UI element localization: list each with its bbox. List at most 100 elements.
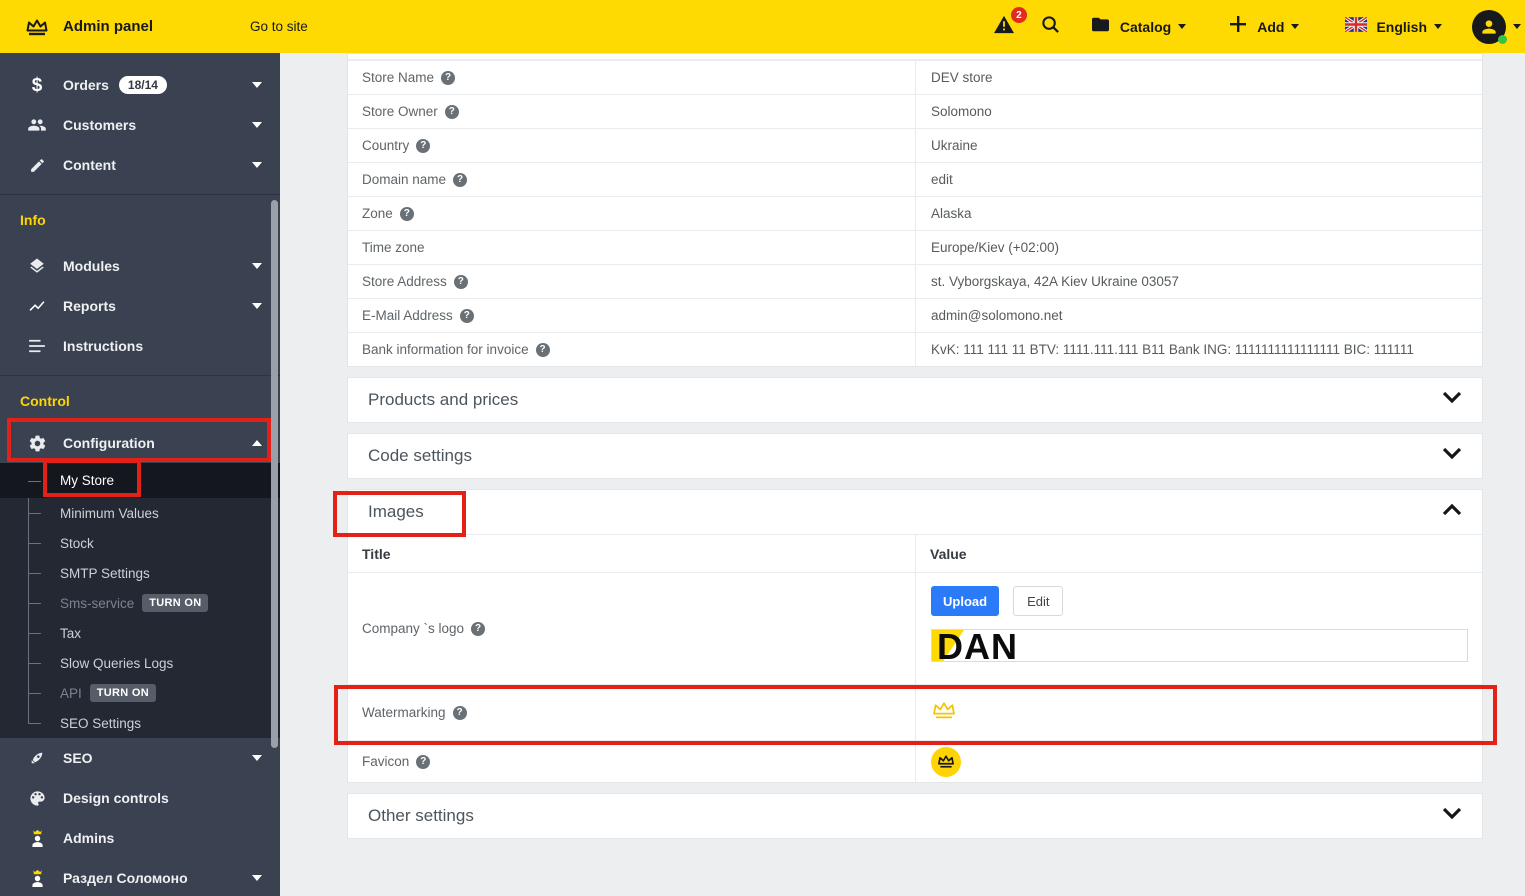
sidebar-item-label: SEO [63, 750, 93, 766]
submenu-item-stock[interactable]: Stock [0, 528, 280, 558]
help-icon[interactable]: ? [416, 139, 430, 153]
section-code-settings: Code settings [347, 433, 1483, 479]
row-value[interactable]: KvK: 111 111 11 BTV: 1111.111.111 B11 Ba… [916, 333, 1482, 366]
sidebar-scrollbar[interactable] [271, 200, 278, 748]
sidebar-item-instructions[interactable]: Instructions [0, 326, 280, 366]
submenu-item-my-store[interactable]: My Store [0, 463, 280, 498]
help-icon[interactable]: ? [441, 71, 455, 85]
sidebar-item-modules[interactable]: Modules [0, 246, 280, 286]
row-label: Store Address? [348, 265, 916, 298]
alerts-button[interactable]: 2 [993, 14, 1015, 39]
help-icon[interactable]: ? [400, 207, 414, 221]
go-to-site-link[interactable]: Go to site [250, 19, 308, 34]
help-icon[interactable]: ? [460, 309, 474, 323]
admin-crown-icon [27, 829, 47, 848]
row-label: Favicon ? [348, 741, 916, 782]
chevron-down-icon [252, 162, 262, 168]
section-images: Images Title Value Company `s logo ? Upl… [347, 489, 1483, 783]
table-row: Store Owner? Solomono [348, 94, 1482, 128]
help-icon[interactable]: ? [453, 706, 467, 720]
table-row: Zone? Alaska [348, 196, 1482, 230]
sidebar-item-content[interactable]: Content [0, 145, 280, 185]
help-icon[interactable]: ? [445, 105, 459, 119]
pencil-icon [27, 157, 47, 174]
row-value[interactable]: edit [916, 163, 1482, 196]
section-title: Images [368, 502, 424, 522]
submenu-item-seo-settings[interactable]: SEO Settings [0, 708, 280, 738]
help-icon[interactable]: ? [536, 343, 550, 357]
chevron-up-icon [1442, 503, 1462, 521]
language-menu[interactable]: English [1345, 17, 1442, 37]
sidebar-item-solomono-section[interactable]: Раздел Соломоно [0, 858, 280, 896]
accordion-code-settings[interactable]: Code settings [348, 434, 1482, 478]
plus-icon [1228, 14, 1248, 39]
chevron-down-icon [252, 263, 262, 269]
row-value [916, 685, 1482, 740]
submenu-item-api[interactable]: API TURN ON [0, 678, 280, 708]
label-text: Watermarking [362, 705, 446, 720]
sidebar-item-label: Modules [63, 258, 120, 274]
submenu-label: Sms-service [60, 596, 134, 611]
row-label: Bank information for invoice? [348, 333, 916, 366]
section-title: Other settings [368, 806, 474, 826]
rocket-icon [27, 749, 47, 767]
submenu-item-slow-queries-logs[interactable]: Slow Queries Logs [0, 648, 280, 678]
catalog-menu[interactable]: Catalog [1090, 16, 1186, 38]
row-value[interactable]: Ukraine [916, 129, 1482, 162]
label-text: Favicon [362, 754, 409, 769]
row-value[interactable]: Alaska [916, 197, 1482, 230]
search-button[interactable] [1041, 15, 1060, 39]
store-settings-table: Store Name? DEV store Store Owner? Solom… [347, 53, 1483, 367]
sidebar-item-orders[interactable]: $ Orders 18/14 [0, 65, 280, 105]
search-icon [1041, 21, 1060, 38]
row-label: Watermarking ? [348, 685, 916, 740]
sidebar-item-seo[interactable]: SEO [0, 738, 280, 778]
orders-count-badge: 18/14 [119, 76, 167, 94]
sidebar-item-reports[interactable]: Reports [0, 286, 280, 326]
chevron-down-icon [252, 755, 262, 761]
row-label: Store Name? [348, 61, 916, 94]
sidebar-divider [0, 194, 280, 195]
accordion-images[interactable]: Images [348, 490, 1482, 534]
crown-logo-icon [25, 17, 49, 37]
row-value[interactable]: DEV store [916, 61, 1482, 94]
help-icon[interactable]: ? [471, 622, 485, 636]
watermark-crown-icon [931, 700, 957, 726]
submenu-item-tax[interactable]: Tax [0, 618, 280, 648]
accordion-products-and-prices[interactable]: Products and prices [348, 378, 1482, 422]
upload-button[interactable]: Upload [931, 586, 999, 616]
section-title: Code settings [368, 446, 472, 466]
chevron-down-icon [1291, 24, 1299, 29]
sidebar-item-customers[interactable]: Customers [0, 105, 280, 145]
profile-menu[interactable] [1472, 10, 1521, 44]
edit-button[interactable]: Edit [1013, 586, 1063, 616]
add-menu[interactable]: Add [1228, 14, 1299, 39]
sidebar-item-admins[interactable]: Admins [0, 818, 280, 858]
list-icon [27, 339, 47, 353]
row-value[interactable]: admin@solomono.net [916, 299, 1482, 332]
row-label: Domain name? [348, 163, 916, 196]
chevron-down-icon [252, 875, 262, 881]
submenu-label: Tax [60, 626, 81, 641]
row-value[interactable]: st. Vyborgskaya, 42A Kiev Ukraine 03057 [916, 265, 1482, 298]
submenu-label: Slow Queries Logs [60, 656, 173, 671]
accordion-other-settings[interactable]: Other settings [348, 794, 1482, 838]
sidebar-item-configuration[interactable]: Configuration [0, 423, 280, 463]
row-label: Company `s logo ? [348, 573, 916, 684]
table-row: Store Address? st. Vyborgskaya, 42A Kiev… [348, 264, 1482, 298]
chevron-up-icon [252, 440, 262, 446]
help-icon[interactable]: ? [454, 275, 468, 289]
submenu-item-sms-service[interactable]: Sms-service TURN ON [0, 588, 280, 618]
help-icon[interactable]: ? [416, 755, 430, 769]
uk-flag-icon [1345, 17, 1367, 37]
sidebar: $ Orders 18/14 Customers Content Info Mo… [0, 53, 280, 896]
catalog-label: Catalog [1120, 19, 1171, 35]
submenu-item-minimum-values[interactable]: Minimum Values [0, 498, 280, 528]
help-icon[interactable]: ? [453, 173, 467, 187]
sidebar-item-design-controls[interactable]: Design controls [0, 778, 280, 818]
submenu-item-smtp-settings[interactable]: SMTP Settings [0, 558, 280, 588]
row-value[interactable]: Solomono [916, 95, 1482, 128]
row-value[interactable]: Europe/Kiev (+02:00) [916, 231, 1482, 264]
avatar [1472, 10, 1506, 44]
submenu-label: SEO Settings [60, 716, 141, 731]
